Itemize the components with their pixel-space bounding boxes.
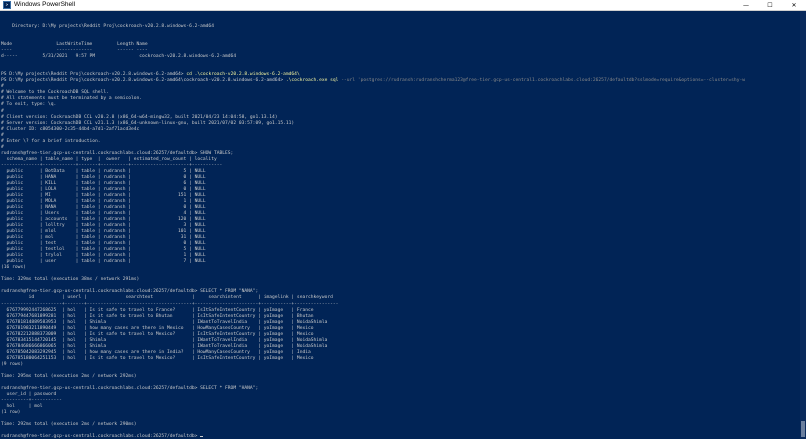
terminal-line-text: public | BotData | table | rudransh | 5 …: [1, 168, 206, 174]
terminal-line-text: # Server version: CockroachDB CCL v21.1.…: [1, 120, 295, 126]
terminal-line-text: public | KILL | table | rudransh | 6 | N…: [1, 180, 206, 186]
terminal-line-text: public | NANA | table | rudransh | 0 | N…: [1, 205, 206, 210]
terminal-line-text: 676779447681899281 | hol | Is it safe to…: [1, 313, 314, 319]
terminal-line-text: Time: 295ms total (execution 2ms / netwo…: [1, 373, 137, 379]
terminal-line-text: public | test | table | rudransh | 0 | N…: [1, 241, 206, 247]
terminal-line-text: # Client version: CockroachDB CCL v20.2.…: [1, 114, 278, 120]
terminal-line-text: ----------------------+-------+---------…: [1, 301, 339, 307]
terminal-line-text: public | LOLA | table | rudransh | 0 | N…: [1, 186, 206, 192]
terminal-line-text: user_id | password: [1, 391, 57, 397]
scrollbar-thumb[interactable]: [801, 421, 805, 437]
terminal-line-text: public | accounts | table | rudransh | 1…: [1, 217, 206, 223]
terminal-line-text: # All statements must be terminated by a…: [1, 96, 143, 102]
terminal-line-text: 676781814889583953 | hol | Shimla | IWan…: [1, 319, 328, 325]
powershell-icon: >: [3, 1, 11, 9]
terminal-line: PS D:\My projects\Reddit Proj\cockroach-…: [1, 78, 800, 84]
vertical-scrollbar[interactable]: [800, 11, 806, 439]
terminal-command: .\cockroach.exe sql: [285, 78, 342, 84]
terminal-line-text: (16 rows): [1, 265, 26, 271]
terminal-line-text: PS D:\My projects\Reddit Proj\cockroach-…: [1, 72, 187, 78]
terminal-line-text: hol | mol: [1, 404, 43, 410]
terminal-line-text: ---- ------------- ------ ----: [1, 48, 148, 54]
terminal-line-text: 676785180064251153 | hol | Is it safe to…: [1, 355, 314, 361]
terminal-line-text: public | MI | table | rudransh | 151 | N…: [1, 192, 206, 198]
terminal-line-text: public | MOLA | table | rudransh | 1 | N…: [1, 198, 206, 204]
terminal-line-text: rudransh@free-tier.gcp-us-central1.cockr…: [1, 385, 259, 391]
terminal-line-text: public | HANA | table | rudransh | 0 | N…: [1, 174, 206, 180]
minimize-button[interactable]: —: [734, 0, 758, 10]
terminal-line-text: Mode LastWriteTime Length Name: [1, 42, 148, 48]
terminal-line-text: public | lolltry | table | rudransh | 3 …: [1, 223, 206, 229]
window-title: Windows PowerShell: [14, 1, 76, 8]
terminal-line-text: # Enter \? for a brief introduction.: [1, 138, 101, 144]
terminal-line-text: 676781983211890449 | hol | how many case…: [1, 325, 314, 331]
maximize-button[interactable]: ☐: [758, 0, 782, 10]
terminal-line-text: public | trylol | table | rudransh | 1 |…: [1, 253, 206, 259]
terminal-line: rudransh@free-tier.gcp-us-central1.cockr…: [1, 434, 800, 439]
terminal-line-text: #: [1, 108, 4, 114]
terminal-line-text: (1 row): [1, 410, 21, 416]
terminal-line-text: rudransh@free-tier.gcp-us-central1.cockr…: [1, 289, 259, 295]
terminal-line-text: public | testlol | table | rudransh | 5 …: [1, 247, 206, 253]
terminal-line-text: PS D:\My projects\Reddit Proj\cockroach-…: [1, 78, 286, 84]
terminal-line-text: 676783415144720145 | hol | Shimla | IWan…: [1, 337, 328, 343]
terminal-line-text: d----- 5/31/2021 9:57 PM cockroach-v20.2…: [1, 54, 237, 60]
terminal-line-text: public | Users | table | rudransh | 4 | …: [1, 211, 206, 217]
terminal-line-text: schema_name | table_name | type | owner …: [1, 156, 217, 162]
terminal-line-text: id | userl | searchtext | searchintent |…: [1, 295, 333, 301]
terminal-line-text: --------------+------------+-------+----…: [1, 162, 223, 168]
close-button[interactable]: ✕: [782, 0, 806, 10]
terminal-line-text: (9 rows): [1, 361, 24, 367]
terminal-lines: Directory: D:\My projects\Reddit Proj\co…: [0, 11, 800, 439]
terminal-line-text: #: [1, 84, 4, 90]
terminal-line-text: rudransh@free-tier.gcp-us-central1.cockr…: [1, 434, 201, 439]
terminal-line-text: #: [1, 132, 4, 138]
terminal-line-text: Time: 329ms total (execution 38ms / netw…: [1, 277, 140, 283]
terminal-line-text: Time: 292ms total (execution 2ms / netwo…: [1, 422, 137, 428]
terminal-line-text: #: [1, 144, 4, 150]
terminal-command: cd .\cockroach-v20.2.8.windows-6.2-amd64…: [186, 72, 300, 78]
terminal-line-text: public | mlol | table | rudransh | 101 |…: [1, 229, 206, 235]
terminal-command-argument: --url 'postgres://rudransh:rudranshcherm…: [341, 78, 745, 84]
terminal-line-text: 676785042083292945 | hol | how many case…: [1, 349, 311, 355]
terminal-line-text: # To exit, type: \q.: [1, 102, 57, 108]
terminal-line-text: public | mol | table | rudransh | 31 | N…: [1, 235, 206, 241]
terminal-line-text: # Welcome to the CockroachDB SQL shell.: [1, 90, 109, 96]
terminal-output[interactable]: Directory: D:\My projects\Reddit Proj\co…: [0, 11, 800, 439]
terminal-line-text: public | user | table | rudransh | 7 | N…: [1, 259, 206, 265]
terminal-line-text: ----------+-----------: [1, 398, 62, 403]
terminal-line-text: # Cluster ID: c8054300-2c35-44b4-a7d1-2a…: [1, 126, 140, 132]
terminal-line-text: rudransh@free-tier.gcp-us-central1.cockr…: [1, 150, 234, 156]
window-titlebar[interactable]: > Windows PowerShell — ☐ ✕: [0, 0, 806, 11]
text-cursor: [200, 436, 204, 438]
window-controls: — ☐ ✕: [734, 0, 806, 10]
terminal-line-text: Directory: D:\My projects\Reddit Proj\co…: [1, 24, 214, 30]
terminal-line-text: 676782212888373009 | hol | Is it safe to…: [1, 331, 314, 337]
terminal-line-text: 676779992447268625 | hol | Is it safe to…: [1, 307, 314, 313]
terminal-line-text: 676784686666866065 | hol | Shimla | IWan…: [1, 343, 328, 349]
